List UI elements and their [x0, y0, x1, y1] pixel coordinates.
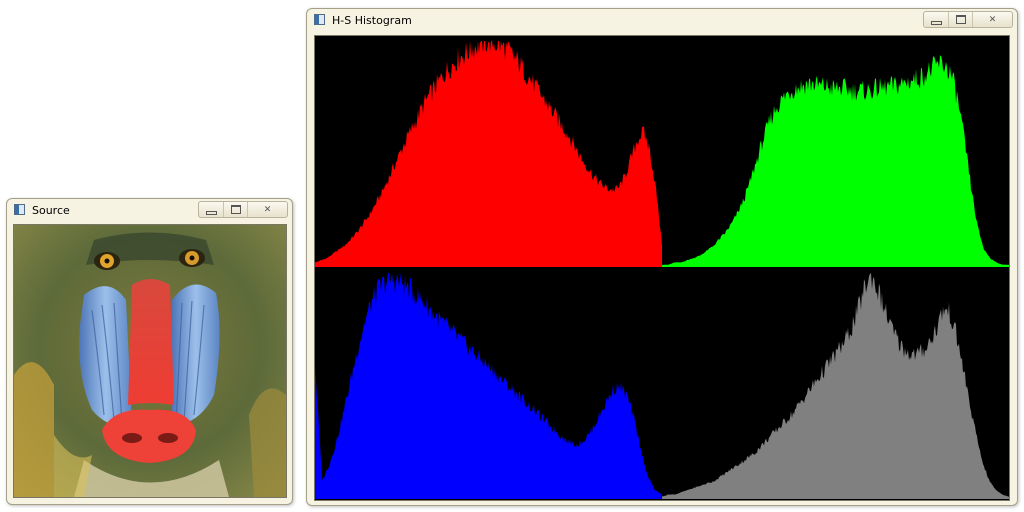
- histogram-plot: [315, 36, 1009, 500]
- maximize-button[interactable]: [948, 12, 972, 27]
- window-controls: ✕: [198, 201, 288, 218]
- close-button[interactable]: ✕: [972, 12, 1012, 27]
- source-window-title: Source: [32, 204, 70, 217]
- histogram-window-title: H-S Histogram: [332, 14, 412, 27]
- minimize-button[interactable]: [924, 12, 948, 27]
- minimize-icon: [205, 210, 217, 215]
- maximize-icon: [230, 205, 241, 214]
- source-image-canvas: [13, 224, 287, 498]
- app-window-icon: [314, 14, 325, 25]
- app-window-icon: [14, 204, 25, 215]
- source-window[interactable]: Source ✕: [6, 198, 293, 505]
- minimize-icon: [930, 20, 942, 25]
- close-icon: ✕: [988, 14, 997, 25]
- close-icon: ✕: [263, 204, 272, 215]
- histogram-titlebar[interactable]: H-S Histogram ✕: [307, 9, 1017, 33]
- histogram-window[interactable]: H-S Histogram ✕: [306, 8, 1018, 506]
- mandrill-image: [14, 225, 286, 497]
- minimize-button[interactable]: [199, 202, 223, 217]
- window-controls: ✕: [923, 11, 1013, 28]
- maximize-icon: [955, 15, 966, 24]
- source-titlebar[interactable]: Source ✕: [7, 199, 292, 223]
- maximize-button[interactable]: [223, 202, 247, 217]
- histogram-canvas: [314, 35, 1010, 501]
- close-button[interactable]: ✕: [247, 202, 287, 217]
